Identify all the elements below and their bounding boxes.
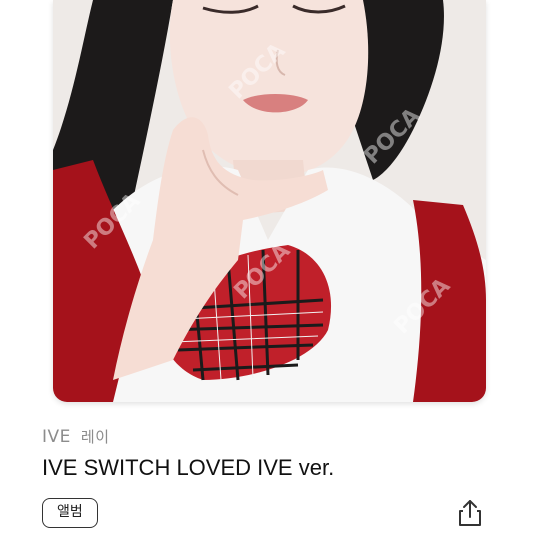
group-name[interactable]: IVE: [42, 427, 71, 447]
share-icon: [459, 500, 481, 526]
member-name[interactable]: 레이: [81, 428, 110, 446]
photocard-illustration: POCA POCA POCA POCA POCA: [53, 0, 486, 402]
artist-meta: IVE 레이: [42, 426, 110, 447]
item-title: IVE SWITCH LOVED IVE ver.: [42, 455, 335, 480]
photocard-detail-page: POCA POCA POCA POCA POCA IVE 레이 IVE SWITC…: [0, 0, 540, 540]
photocard-image[interactable]: POCA POCA POCA POCA POCA: [53, 0, 486, 402]
share-button[interactable]: [455, 498, 485, 528]
category-tag[interactable]: 앨범: [42, 498, 98, 528]
